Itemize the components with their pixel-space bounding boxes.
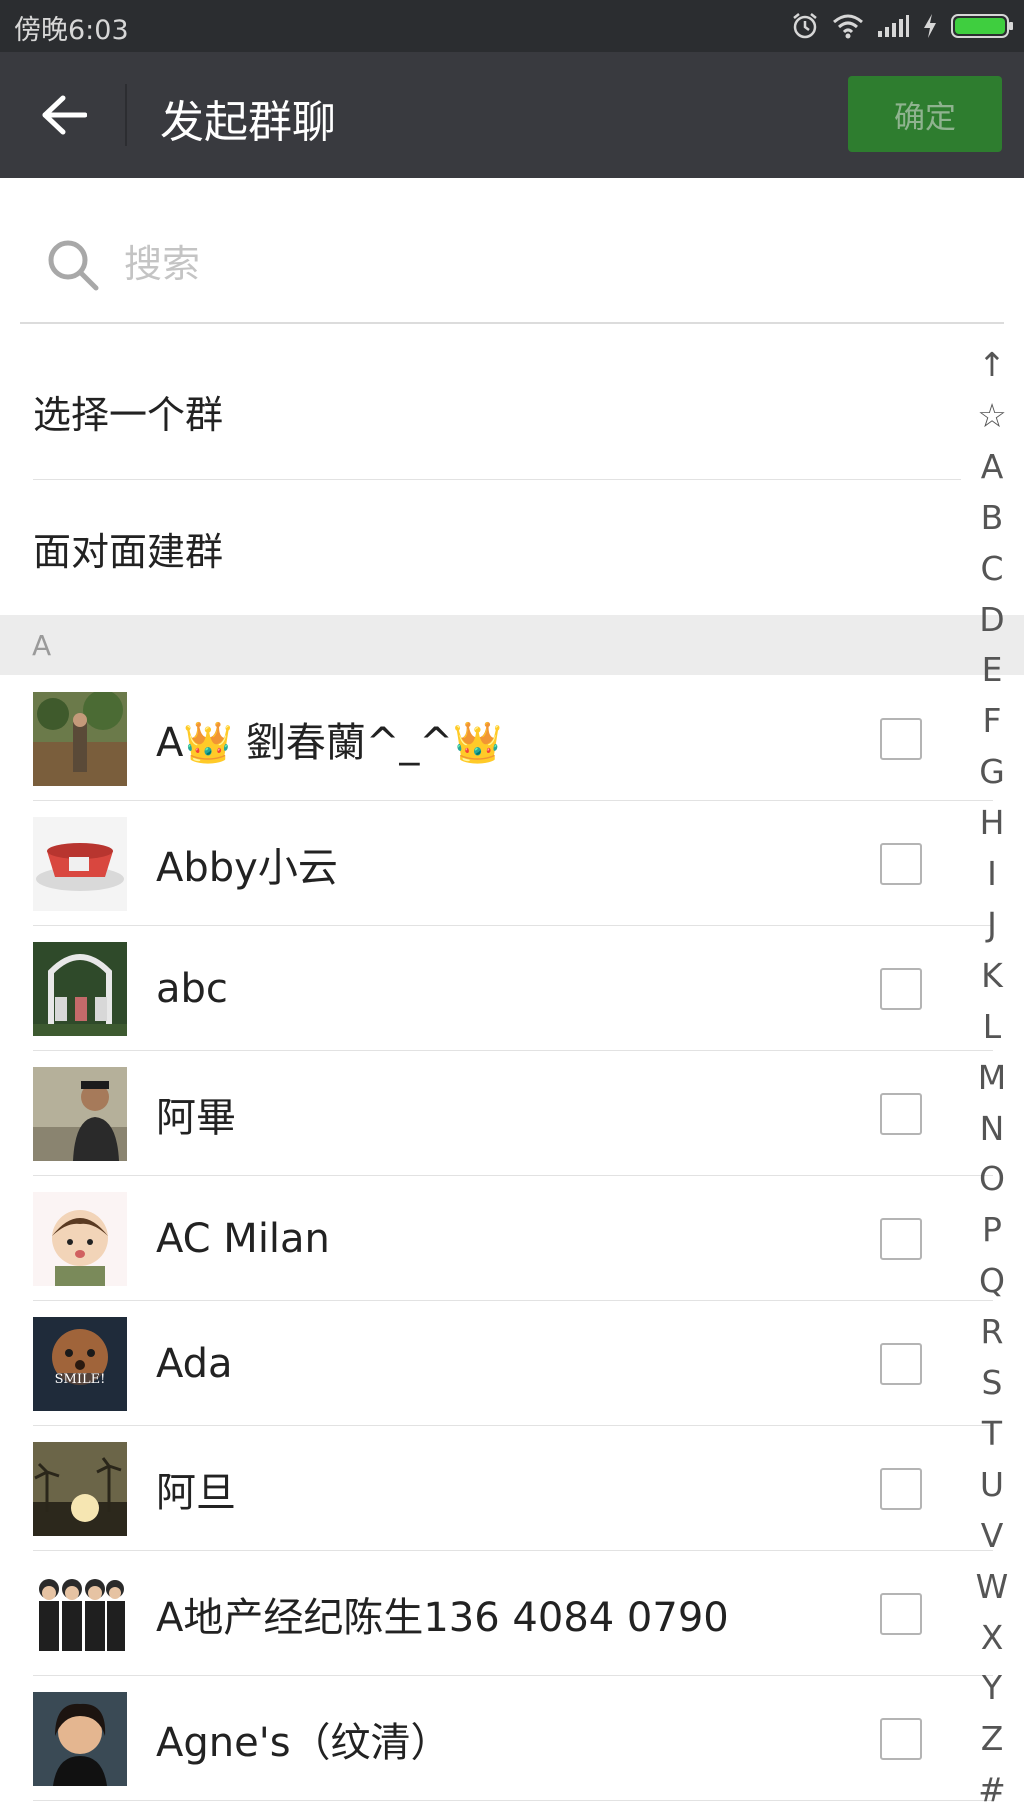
contact-name: Agne's（纹清） <box>156 1719 451 1766</box>
contact-row[interactable]: Abby小云 <box>0 801 1024 926</box>
index-letter[interactable]: ↑ <box>966 345 1018 384</box>
contact-checkbox[interactable] <box>880 1593 922 1635</box>
contact-row[interactable]: A地产经纪陈生136 4084 0790 <box>0 1551 1024 1676</box>
select-group-item[interactable]: 选择一个群 <box>33 344 961 480</box>
contact-row[interactable]: 阿旦 <box>0 1426 1024 1551</box>
index-letter[interactable]: V <box>966 1516 1018 1555</box>
contact-row[interactable]: AC Milan <box>0 1176 1024 1301</box>
index-letter[interactable]: Y <box>966 1668 1018 1707</box>
index-letter[interactable]: F <box>966 701 1018 740</box>
status-time: 傍晚6:03 <box>14 15 129 46</box>
contact-name: Ada <box>156 1340 233 1387</box>
contact-name: A地产经纪陈生136 4084 0790 <box>156 1594 729 1641</box>
contact-checkbox[interactable] <box>880 1343 922 1385</box>
index-letter[interactable]: N <box>966 1109 1018 1148</box>
contact-row[interactable]: Agne's（纹清） <box>0 1676 1024 1801</box>
alarm-icon <box>793 13 817 39</box>
index-letter[interactable]: L <box>966 1007 1018 1046</box>
index-letter[interactable]: M <box>966 1058 1018 1097</box>
page-title: 发起群聊 <box>160 97 336 148</box>
header-divider <box>125 84 127 146</box>
avatar <box>33 942 127 1036</box>
wifi-icon <box>833 14 863 39</box>
index-letter[interactable]: # <box>966 1770 1018 1809</box>
index-letter[interactable]: ☆ <box>966 396 1018 435</box>
contact-checkbox[interactable] <box>880 968 922 1010</box>
index-letter[interactable]: C <box>966 549 1018 588</box>
index-letter[interactable]: I <box>966 854 1018 893</box>
index-letter[interactable]: J <box>966 905 1018 944</box>
contact-row[interactable]: A👑 劉春蘭^_^👑 <box>0 676 1024 801</box>
avatar <box>33 1442 127 1536</box>
index-letter[interactable]: T <box>966 1414 1018 1453</box>
charging-icon <box>924 14 936 38</box>
contact-name: abc <box>156 965 228 1012</box>
index-letter[interactable]: H <box>966 803 1018 842</box>
contact-row[interactable]: SMILE! Ada <box>0 1301 1024 1426</box>
index-letter[interactable]: S <box>966 1363 1018 1402</box>
contact-list: A👑 劉春蘭^_^👑 Abby小云 abc 阿畢 AC Milan SMILE!… <box>0 676 1024 1801</box>
row-divider <box>33 1800 993 1801</box>
battery-icon <box>951 14 1013 38</box>
avatar <box>33 692 127 786</box>
status-bar: 傍晚6:03 <box>0 0 1024 52</box>
index-letter[interactable]: P <box>966 1210 1018 1249</box>
alphabet-index[interactable]: ↑ ☆ A B C D E F G H I J K L M N O P Q R S T U V W X Y Z # <box>966 345 1018 1820</box>
contact-name: AC Milan <box>156 1215 330 1262</box>
contact-name: 阿畢 <box>156 1094 236 1141</box>
index-letter[interactable]: R <box>966 1312 1018 1351</box>
search-icon <box>48 240 99 291</box>
index-letter[interactable]: A <box>966 447 1018 486</box>
avatar <box>33 1192 127 1286</box>
avatar: SMILE! <box>33 1317 127 1411</box>
back-button[interactable] <box>28 82 100 148</box>
contact-row[interactable]: 阿畢 <box>0 1051 1024 1176</box>
status-icons <box>790 8 1014 44</box>
back-arrow-icon <box>42 95 87 135</box>
confirm-button[interactable]: 确定 <box>848 76 1002 152</box>
search-bar <box>20 214 1004 324</box>
app-bar: 发起群聊 确定 <box>0 52 1024 178</box>
contact-name: 阿旦 <box>156 1469 236 1516</box>
contact-checkbox[interactable] <box>880 1468 922 1510</box>
index-letter[interactable]: G <box>966 752 1018 791</box>
avatar <box>33 1692 127 1786</box>
contact-checkbox[interactable] <box>880 1093 922 1135</box>
index-letter[interactable]: K <box>966 956 1018 995</box>
index-letter[interactable]: X <box>966 1618 1018 1657</box>
avatar <box>33 1067 127 1161</box>
index-letter[interactable]: Q <box>966 1261 1018 1300</box>
svg-text:SMILE!: SMILE! <box>55 1372 106 1387</box>
index-letter[interactable]: W <box>966 1567 1018 1606</box>
index-letter[interactable]: Z <box>966 1719 1018 1758</box>
index-letter[interactable]: O <box>966 1159 1018 1198</box>
index-letter[interactable]: D <box>966 600 1018 639</box>
signal-icon <box>878 15 909 37</box>
select-group-label: 选择一个群 <box>33 393 224 437</box>
index-letter[interactable]: E <box>966 650 1018 689</box>
contact-checkbox[interactable] <box>880 843 922 885</box>
search-input[interactable] <box>124 232 824 296</box>
face-to-face-group-item[interactable]: 面对面建群 <box>33 480 961 616</box>
contact-checkbox[interactable] <box>880 1218 922 1260</box>
contact-checkbox[interactable] <box>880 1718 922 1760</box>
contact-checkbox[interactable] <box>880 718 922 760</box>
face-to-face-label: 面对面建群 <box>33 529 224 574</box>
index-letter[interactable]: U <box>966 1465 1018 1504</box>
contact-name: A👑 劉春蘭^_^👑 <box>156 719 503 766</box>
contact-row[interactable]: abc <box>0 926 1024 1051</box>
index-letter[interactable]: B <box>966 498 1018 537</box>
avatar <box>33 817 127 911</box>
avatar <box>33 1567 127 1661</box>
section-header-a: A <box>0 615 1024 675</box>
contact-name: Abby小云 <box>156 844 338 891</box>
